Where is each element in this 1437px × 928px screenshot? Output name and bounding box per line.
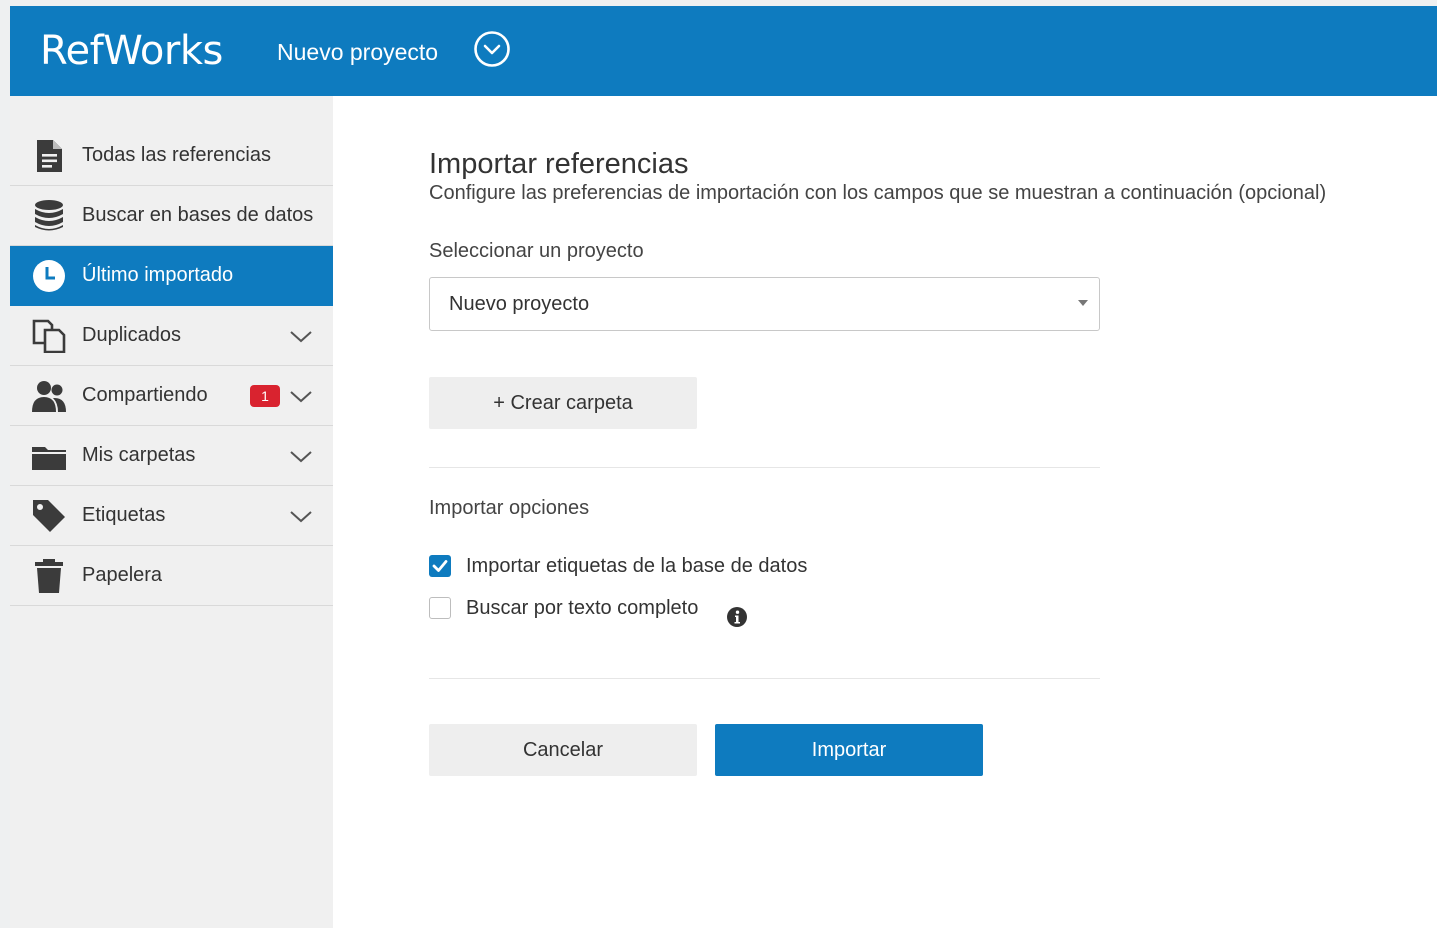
sidebar-item-duplicates[interactable]: Duplicados bbox=[10, 306, 333, 366]
project-select-value: Nuevo proyecto bbox=[449, 293, 590, 315]
sidebar-item-label: Buscar en bases de datos bbox=[82, 204, 314, 226]
divider bbox=[429, 467, 1100, 468]
refworks-logo[interactable]: RefWorks bbox=[40, 28, 223, 74]
chevron-down-icon[interactable] bbox=[289, 326, 313, 346]
page-subtitle: Configure las preferencias de importació… bbox=[429, 182, 1327, 204]
sidebar-item-my-folders[interactable]: Mis carpetas bbox=[10, 426, 333, 486]
project-dropdown-icon[interactable] bbox=[473, 30, 511, 68]
page-title: Importar referencias bbox=[429, 148, 689, 180]
import-options-label: Importar opciones bbox=[429, 497, 590, 519]
sidebar-item-label: Mis carpetas bbox=[82, 444, 196, 466]
create-folder-button[interactable]: + Crear carpeta bbox=[429, 377, 697, 429]
sidebar-item-search-databases[interactable]: Buscar en bases de datos bbox=[10, 186, 333, 246]
chevron-down-icon[interactable] bbox=[289, 386, 313, 406]
tag-icon bbox=[33, 500, 65, 532]
sidebar-item-tags[interactable]: Etiquetas bbox=[10, 486, 333, 546]
sidebar-item-label: Todas las referencias bbox=[82, 144, 271, 166]
notification-badge: 1 bbox=[250, 385, 280, 407]
sidebar-item-label: Compartiendo bbox=[82, 384, 208, 406]
users-icon bbox=[32, 381, 66, 412]
chevron-down-icon[interactable] bbox=[289, 506, 313, 526]
caret-down-icon bbox=[1078, 300, 1088, 306]
cancel-button[interactable]: Cancelar bbox=[429, 724, 697, 776]
document-icon bbox=[37, 140, 62, 172]
project-name[interactable]: Nuevo proyecto bbox=[277, 39, 438, 66]
import-tags-checkbox[interactable] bbox=[429, 555, 451, 577]
sidebar-item-label: Duplicados bbox=[82, 324, 181, 346]
full-text-checkbox[interactable] bbox=[429, 597, 451, 619]
import-button[interactable]: Importar bbox=[715, 724, 983, 776]
app-window: RefWorks Nuevo proyecto Todas las refere… bbox=[10, 6, 1437, 928]
full-text-label[interactable]: Buscar por texto completo bbox=[466, 597, 698, 620]
duplicates-icon bbox=[32, 319, 66, 353]
sidebar-item-all-references[interactable]: Todas las referencias bbox=[10, 126, 333, 186]
database-icon bbox=[35, 200, 63, 231]
project-select-label: Seleccionar un proyecto bbox=[429, 240, 644, 262]
sidebar: Todas las referencias Buscar en bases de… bbox=[10, 96, 333, 928]
sidebar-item-sharing[interactable]: Compartiendo 1 bbox=[10, 366, 333, 426]
chevron-down-icon[interactable] bbox=[289, 446, 313, 466]
folder-icon bbox=[32, 447, 66, 470]
sidebar-nav: Todas las referencias Buscar en bases de… bbox=[10, 126, 333, 606]
sidebar-item-trash[interactable]: Papelera bbox=[10, 546, 333, 606]
clock-icon bbox=[33, 260, 65, 292]
sidebar-item-label: Último importado bbox=[82, 264, 234, 286]
import-tags-label[interactable]: Importar etiquetas de la base de datos bbox=[466, 555, 807, 578]
project-select[interactable]: Nuevo proyecto bbox=[429, 277, 1100, 331]
sidebar-item-label: Papelera bbox=[82, 564, 163, 586]
checkmark-icon bbox=[432, 560, 448, 572]
sidebar-item-last-imported[interactable]: Último importado bbox=[10, 246, 333, 306]
sidebar-item-label: Etiquetas bbox=[82, 504, 166, 526]
trash-icon bbox=[35, 559, 63, 593]
info-icon[interactable] bbox=[727, 607, 747, 627]
divider bbox=[429, 678, 1100, 679]
top-header: RefWorks Nuevo proyecto bbox=[10, 6, 1437, 96]
